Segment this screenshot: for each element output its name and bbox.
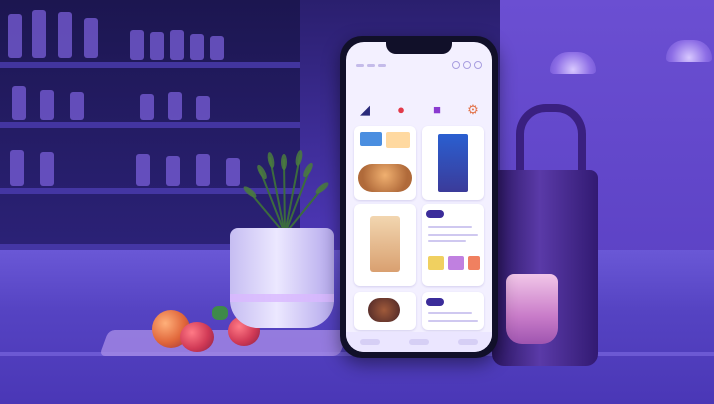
app-top-bar (356, 60, 482, 70)
thumb-image (448, 256, 464, 270)
category-row: ◢ ● ■ ⚙ (354, 98, 484, 122)
phone-screen: ◢ ● ■ ⚙ (346, 42, 492, 352)
nav-links (356, 63, 386, 67)
text-line (428, 312, 472, 314)
product-card-details-2[interactable] (422, 292, 484, 330)
shelf-product (84, 18, 98, 58)
shelf-product (168, 92, 182, 120)
shelf-product (166, 156, 180, 186)
plant-pot (230, 228, 334, 328)
salad-image (368, 298, 400, 322)
shoe-icon[interactable]: ◢ (354, 98, 376, 120)
pendant-lamp (550, 52, 596, 74)
thumb-image (468, 256, 480, 270)
top-bar-icons (452, 61, 482, 69)
product-card-salad[interactable] (354, 292, 416, 330)
shelf-product (196, 154, 210, 186)
text-line (428, 226, 472, 228)
product-box-image (438, 134, 468, 192)
nav-link[interactable] (367, 63, 375, 67)
shelf-product (130, 30, 144, 60)
shelf-row (0, 62, 300, 68)
shelf-product (70, 92, 84, 120)
text-line (428, 320, 478, 322)
shelf-product (190, 34, 204, 60)
store-scene: ◢ ● ■ ⚙ (0, 0, 714, 404)
shelf-product (196, 96, 210, 120)
thumb-image (428, 256, 444, 270)
shopping-bag (492, 104, 598, 366)
pendant-lamp (666, 40, 712, 62)
tab-item[interactable] (408, 339, 429, 345)
shelf-product (12, 86, 26, 120)
smartphone: ◢ ● ■ ⚙ (340, 36, 498, 358)
cookies-image (358, 164, 412, 192)
promo-banner (386, 132, 410, 148)
promo-card-box[interactable] (422, 126, 484, 200)
product-card-coffee[interactable] (354, 204, 416, 286)
promo-card-cookies[interactable] (354, 126, 416, 200)
drink-cup-print (506, 274, 558, 344)
settings-icon[interactable]: ⚙ (462, 98, 484, 120)
promo-banner (360, 132, 382, 146)
cart-icon[interactable] (474, 61, 482, 69)
shelf-product (150, 32, 164, 60)
phone-notch (386, 42, 452, 54)
nav-link[interactable] (378, 63, 386, 67)
shelf-product (10, 150, 24, 186)
shelf-product (226, 158, 240, 186)
pot-band (230, 294, 334, 302)
shelf-product (136, 154, 150, 186)
text-line (428, 234, 478, 236)
bag-icon[interactable]: ■ (426, 98, 448, 120)
shelf-product (40, 152, 54, 186)
tab-item[interactable] (360, 339, 381, 345)
shelf-product (140, 94, 154, 120)
herb-plant (243, 150, 329, 234)
location-pin-icon[interactable]: ● (390, 98, 412, 120)
bottom-tab-bar (346, 332, 492, 352)
tag-pill[interactable] (426, 298, 444, 306)
coffee-bag-image (370, 216, 400, 272)
shelf-product (40, 90, 54, 120)
nav-link[interactable] (356, 63, 364, 67)
search-icon[interactable] (452, 61, 460, 69)
shelf-product (32, 10, 46, 58)
cutting-board (99, 330, 349, 356)
shelf-row (0, 122, 300, 128)
red-tomato (180, 322, 214, 352)
shelf-product (210, 36, 224, 60)
product-card-details[interactable] (422, 204, 484, 286)
shelf-product (58, 12, 72, 58)
tag-pill[interactable] (426, 210, 444, 218)
shelf-product (170, 30, 184, 60)
tab-item[interactable] (457, 339, 478, 345)
tomato-stem (212, 306, 228, 320)
text-line (428, 240, 466, 242)
shelf-product (8, 14, 22, 58)
user-icon[interactable] (463, 61, 471, 69)
